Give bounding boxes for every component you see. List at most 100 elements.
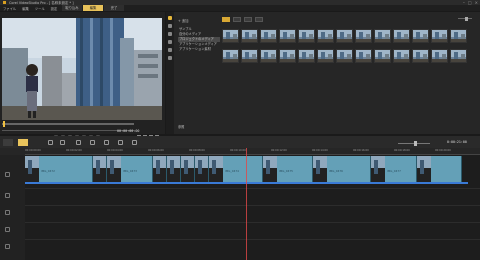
folder-item[interactable]: アプリケーション素材 bbox=[178, 47, 220, 52]
media-thumbnail[interactable] bbox=[279, 49, 296, 63]
voice-track-icon[interactable] bbox=[5, 227, 10, 232]
media-thumbnail[interactable] bbox=[393, 49, 410, 63]
media-thumbnail[interactable] bbox=[222, 49, 239, 63]
media-thumbnail[interactable] bbox=[412, 49, 429, 63]
show-video-icon[interactable] bbox=[233, 17, 241, 22]
timeline-view-button[interactable] bbox=[18, 139, 28, 146]
library-panel: + 追加 サンプル 自分のメディア プロジェクトのメディア アプリケーションメデ… bbox=[166, 12, 480, 134]
track-divider bbox=[25, 239, 480, 240]
preview-scrubber[interactable] bbox=[2, 123, 134, 125]
tab-edit[interactable]: 編集 bbox=[83, 5, 103, 11]
media-thumbnail[interactable] bbox=[431, 49, 448, 63]
thumbnail-size-slider[interactable] bbox=[458, 16, 472, 21]
clip-thumbnail bbox=[181, 156, 194, 182]
add-folder-button[interactable]: + 追加 bbox=[178, 18, 220, 23]
media-thumbnail[interactable] bbox=[450, 49, 467, 63]
media-thumbnail[interactable] bbox=[393, 29, 410, 43]
media-thumbnail[interactable] bbox=[355, 49, 372, 63]
menu-settings[interactable]: 設定 bbox=[51, 6, 58, 11]
menu-file[interactable]: ファイル bbox=[3, 6, 16, 11]
filter-icon[interactable] bbox=[168, 56, 172, 60]
video-clip[interactable]: IMG_0474 bbox=[209, 156, 263, 182]
media-thumbnail[interactable] bbox=[279, 29, 296, 43]
media-thumbnail[interactable] bbox=[355, 29, 372, 43]
tab-share[interactable]: 完了 bbox=[104, 5, 124, 11]
media-thumbnail[interactable] bbox=[317, 49, 334, 63]
playhead[interactable] bbox=[246, 148, 247, 260]
video-clip[interactable]: IMG_0477 bbox=[371, 156, 417, 182]
clip-name: IMG_0473 bbox=[123, 169, 137, 173]
storyboard-view-button[interactable] bbox=[3, 139, 13, 146]
video-clip[interactable]: IMG_0472 bbox=[25, 156, 93, 182]
media-thumbnail[interactable] bbox=[260, 49, 277, 63]
media-thumbnail[interactable] bbox=[317, 29, 334, 43]
clip-thumbnail bbox=[107, 156, 121, 182]
motion-track-icon[interactable] bbox=[118, 140, 123, 145]
media-thumbnail[interactable] bbox=[412, 29, 429, 43]
media-thumbnail[interactable] bbox=[450, 29, 467, 43]
browse-button[interactable]: 参照 bbox=[178, 124, 184, 129]
library-folder-list: + 追加 サンプル 自分のメディア プロジェクトのメディア アプリケーションメデ… bbox=[178, 18, 220, 52]
music-track-icon[interactable] bbox=[5, 244, 10, 249]
media-thumbnail[interactable] bbox=[298, 29, 315, 43]
media-thumbnail[interactable] bbox=[298, 49, 315, 63]
menu-tools[interactable]: ツール bbox=[35, 6, 45, 11]
media-thumbnail[interactable] bbox=[336, 49, 353, 63]
graphic-icon[interactable] bbox=[168, 48, 172, 52]
clip-thumbnail bbox=[313, 156, 327, 182]
subtitle-icon[interactable] bbox=[132, 140, 137, 145]
media-thumbnail[interactable] bbox=[241, 29, 258, 43]
show-audio-icon[interactable] bbox=[255, 17, 263, 22]
media-thumbnail[interactable] bbox=[222, 29, 239, 43]
media-thumbnail[interactable] bbox=[336, 29, 353, 43]
title-icon[interactable] bbox=[168, 40, 172, 44]
redo-icon[interactable] bbox=[60, 140, 65, 145]
media-icon[interactable] bbox=[168, 16, 172, 20]
clip-thumbnail bbox=[93, 156, 106, 182]
media-thumbnail[interactable] bbox=[241, 49, 258, 63]
video-clip[interactable] bbox=[167, 156, 181, 182]
clip-thumbnail bbox=[167, 156, 180, 182]
ruler-tick-label: 00:00:06:00 bbox=[148, 149, 164, 152]
preview-timecode[interactable]: 00:00:00:00 bbox=[117, 129, 139, 133]
track-headers bbox=[0, 155, 25, 260]
video-clip[interactable]: IMG_0475 bbox=[263, 156, 313, 182]
library-category-bar bbox=[166, 12, 174, 134]
timeline-ruler[interactable]: 00:00:00:00 00:00:02:00 00:00:04:00 00:00:0… bbox=[25, 148, 480, 155]
timeline-zoom-handle[interactable] bbox=[414, 141, 417, 146]
video-clip[interactable] bbox=[153, 156, 167, 182]
show-photo-icon[interactable] bbox=[244, 17, 252, 22]
video-clip[interactable]: IMG_0476 bbox=[313, 156, 371, 182]
title-track-icon[interactable] bbox=[5, 210, 10, 215]
media-thumbnail[interactable] bbox=[260, 29, 277, 43]
video-clip[interactable] bbox=[93, 156, 107, 182]
project-duration: 0:00:21:00 bbox=[447, 140, 467, 144]
track-divider bbox=[25, 205, 480, 206]
transition-icon[interactable] bbox=[168, 32, 172, 36]
track-divider bbox=[25, 188, 480, 189]
media-thumbnail[interactable] bbox=[431, 29, 448, 43]
media-thumbnail[interactable] bbox=[374, 29, 391, 43]
ruler-tick-label: 00:00:02:00 bbox=[66, 149, 82, 152]
media-thumbnail-grid bbox=[222, 29, 468, 65]
video-clip[interactable] bbox=[195, 156, 209, 182]
video-clip[interactable] bbox=[181, 156, 195, 182]
media-thumbnail[interactable] bbox=[374, 49, 391, 63]
mixer-icon[interactable] bbox=[90, 140, 95, 145]
ruler-tick-label: 00:00:16:00 bbox=[353, 149, 369, 152]
undo-icon[interactable] bbox=[48, 140, 53, 145]
video-track-icon[interactable] bbox=[5, 172, 10, 177]
import-folder-icon[interactable] bbox=[222, 17, 230, 22]
clip-thumbnail bbox=[209, 156, 223, 182]
video-clip[interactable]: IMG_0473 bbox=[107, 156, 153, 182]
ruler-tick-label: 00:00:04:00 bbox=[107, 149, 123, 152]
instant-project-icon[interactable] bbox=[168, 24, 172, 28]
auto-music-icon[interactable] bbox=[104, 140, 109, 145]
trim-bar[interactable] bbox=[2, 130, 134, 131]
video-clip[interactable] bbox=[417, 156, 462, 182]
record-icon[interactable] bbox=[76, 140, 81, 145]
tab-capture[interactable]: 取り込み bbox=[62, 5, 82, 11]
scrubber-handle[interactable] bbox=[3, 121, 5, 127]
menu-edit[interactable]: 編集 bbox=[22, 6, 29, 11]
overlay-track-icon[interactable] bbox=[5, 193, 10, 198]
